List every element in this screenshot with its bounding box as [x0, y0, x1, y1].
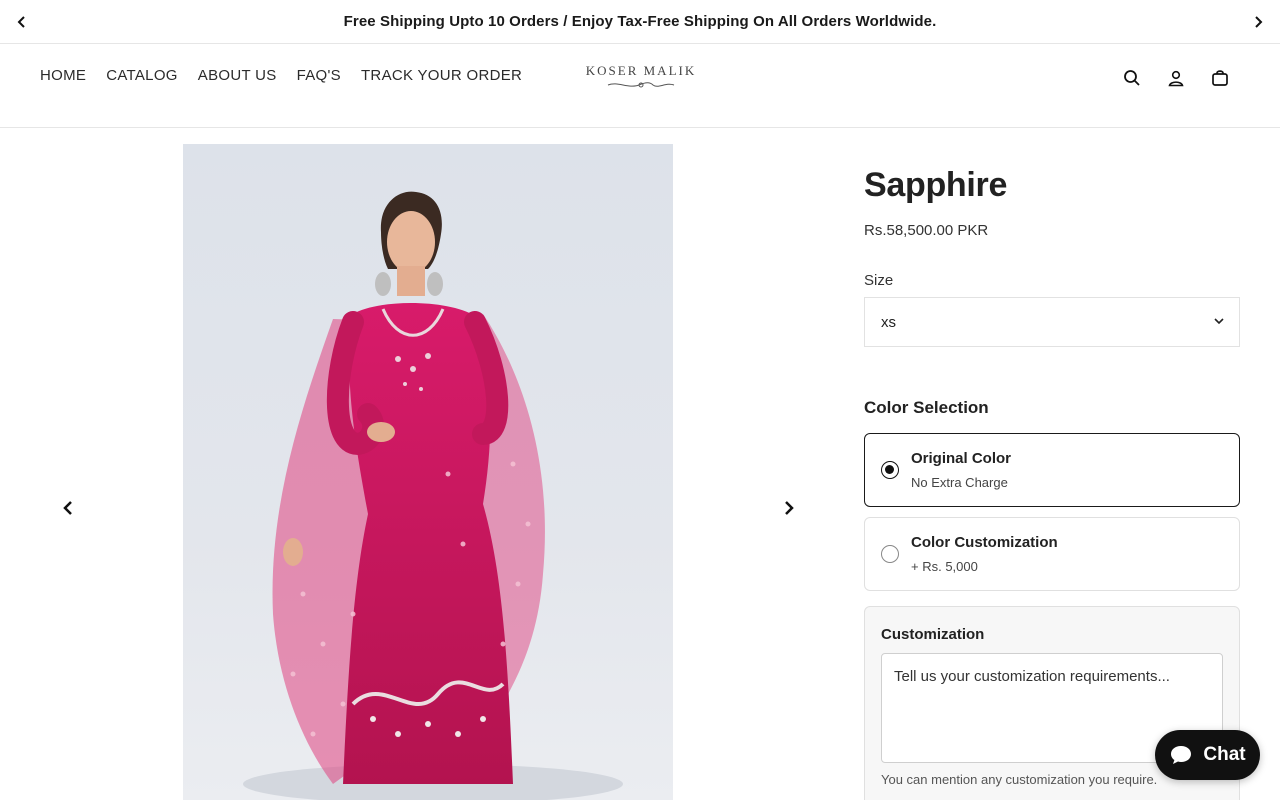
nav-item-track-order[interactable]: TRACK YOUR ORDER — [361, 67, 522, 84]
color-option-subtitle: + Rs. 5,000 — [911, 559, 978, 574]
header-actions — [1120, 67, 1232, 89]
account-icon — [1168, 70, 1184, 87]
product-price: Rs.58,500.00 PKR — [864, 222, 989, 239]
announcement-prev-button[interactable] — [12, 12, 32, 32]
color-option-title: Original Color — [911, 450, 1012, 467]
search-icon — [1124, 70, 1140, 86]
brand-logo-text: KOSER MALIK — [585, 63, 697, 78]
nav-item-about-us[interactable]: ABOUT US — [198, 67, 277, 84]
cart-icon — [1212, 70, 1228, 86]
logo-flourish-icon — [607, 82, 675, 88]
gallery-prev-button[interactable] — [56, 496, 80, 520]
cart-button[interactable] — [1208, 67, 1232, 89]
customization-help-text: You can mention any customization you re… — [881, 772, 1158, 787]
announcement-text: Free Shipping Upto 10 Orders / Enjoy Tax… — [343, 13, 937, 30]
color-option-customization[interactable]: Color Customization + Rs. 5,000 — [864, 517, 1240, 591]
announcement-next-button[interactable] — [1248, 12, 1268, 32]
size-label: Size — [864, 272, 894, 289]
announcement-bar: Free Shipping Upto 10 Orders / Enjoy Tax… — [0, 0, 1280, 44]
size-selected-value: xs — [881, 313, 896, 331]
chat-button[interactable]: Chat — [1155, 730, 1260, 780]
chat-bubble-icon — [1171, 746, 1192, 764]
product-gallery — [0, 128, 830, 800]
chevron-down-icon — [1214, 318, 1224, 325]
product-title: Sapphire — [864, 166, 1008, 204]
main-nav: HOME CATALOG ABOUT US FAQ'S TRACK YOUR O… — [40, 67, 522, 84]
site-header: HOME CATALOG ABOUT US FAQ'S TRACK YOUR O… — [0, 45, 1280, 128]
size-select[interactable]: xs — [864, 297, 1240, 347]
radio-button-original[interactable] — [881, 461, 899, 479]
customization-label: Customization — [881, 626, 985, 643]
radio-button-customization[interactable] — [881, 545, 899, 563]
color-selection-heading: Color Selection — [864, 398, 989, 417]
gallery-next-button[interactable] — [777, 496, 801, 520]
model-photo-illustration — [243, 191, 623, 800]
chevron-left-icon — [17, 16, 25, 28]
color-option-original[interactable]: Original Color No Extra Charge — [864, 433, 1240, 507]
chevron-left-icon — [63, 501, 72, 515]
nav-item-faqs[interactable]: FAQ'S — [297, 67, 341, 84]
search-button[interactable] — [1120, 67, 1144, 89]
color-option-subtitle: No Extra Charge — [911, 475, 1008, 490]
nav-item-home[interactable]: HOME — [40, 67, 86, 84]
chevron-right-icon — [785, 501, 794, 515]
chevron-right-icon — [1255, 16, 1263, 28]
product-image[interactable] — [183, 144, 673, 800]
color-option-title: Color Customization — [911, 534, 1058, 551]
nav-item-catalog[interactable]: CATALOG — [106, 67, 178, 84]
account-button[interactable] — [1164, 67, 1188, 89]
chat-label: Chat — [1203, 744, 1246, 765]
brand-logo[interactable]: KOSER MALIK — [580, 63, 702, 97]
